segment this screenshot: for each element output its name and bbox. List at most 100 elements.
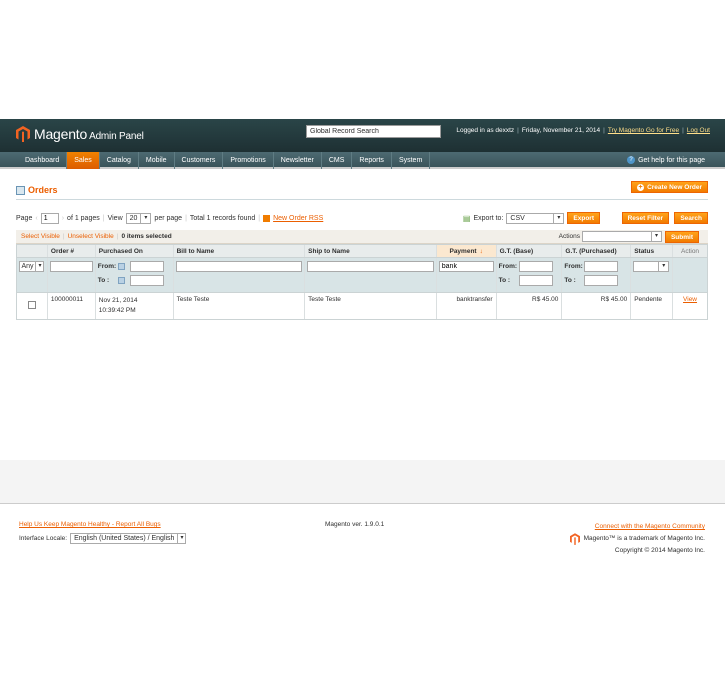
per-page-select[interactable]: 20 ▾ bbox=[125, 213, 152, 224]
col-bill-to-name[interactable]: Bill to Name bbox=[174, 245, 306, 257]
filter-date-to-input[interactable] bbox=[129, 275, 164, 286]
logo-subtext: Admin Panel bbox=[89, 131, 144, 142]
locale-value: English (United States) / English bbox=[74, 535, 175, 542]
filter-gt-purchased-to-input[interactable] bbox=[584, 275, 619, 286]
col-payment[interactable]: Payment ↓ bbox=[436, 245, 497, 257]
calendar-icon[interactable] bbox=[117, 263, 125, 270]
nav-item-promotions[interactable]: Promotions bbox=[223, 152, 274, 169]
view-label: View bbox=[107, 215, 123, 222]
to-label: To : bbox=[564, 277, 576, 284]
community-link[interactable]: Connect with the Magento Community bbox=[595, 523, 705, 530]
filter-date-to: To : bbox=[98, 275, 171, 286]
footer-left: Help Us Keep Magento Healthy - Report Al… bbox=[19, 521, 187, 544]
sort-arrow-icon: ↓ bbox=[479, 248, 483, 255]
filter-payment-input[interactable] bbox=[438, 261, 494, 272]
title-row: Orders + Create New Order bbox=[16, 181, 708, 200]
logout-link[interactable]: Log Out bbox=[687, 127, 710, 134]
create-new-order-button[interactable]: + Create New Order bbox=[631, 181, 708, 193]
reset-filter-button[interactable]: Reset Filter bbox=[621, 212, 669, 224]
to-label: To : bbox=[97, 277, 110, 284]
current-date: Friday, November 21, 2014 bbox=[521, 127, 601, 134]
calendar-icon[interactable] bbox=[117, 277, 125, 284]
nav-item-system[interactable]: System bbox=[392, 152, 431, 169]
next-page-icon[interactable]: › bbox=[62, 215, 64, 222]
unselect-visible-link[interactable]: Unselect Visible bbox=[68, 233, 114, 240]
filter-gt-base-cell: From: To : bbox=[497, 258, 563, 292]
global-search-input[interactable] bbox=[306, 125, 441, 138]
report-bugs-link[interactable]: Help Us Keep Magento Healthy - Report Al… bbox=[19, 521, 186, 528]
row-checkbox[interactable] bbox=[27, 301, 36, 309]
chevron-down-icon: ▾ bbox=[35, 262, 43, 271]
footer-spacer bbox=[0, 460, 725, 503]
export-format-select[interactable]: CSV ▾ bbox=[506, 212, 565, 224]
locale-select[interactable]: English (United States) / English ▾ bbox=[70, 533, 187, 544]
actions-label: Actions bbox=[558, 233, 580, 240]
row-action-cell: View bbox=[673, 293, 707, 319]
orders-grid: Order # Purchased On Bill to Name Ship t… bbox=[16, 244, 708, 320]
filter-checkbox-cell: Any ▾ bbox=[17, 258, 48, 292]
col-gt-base[interactable]: G.T. (Base) bbox=[497, 245, 563, 257]
filter-gt-purchased-from-input[interactable] bbox=[584, 261, 619, 272]
try-magento-go-link[interactable]: Try Magento Go for Free bbox=[608, 127, 679, 134]
row-order: 100000011 bbox=[48, 293, 96, 319]
nav-item-reports[interactable]: Reports bbox=[352, 152, 392, 169]
from-label: From: bbox=[498, 263, 518, 270]
footer-version: Magento ver. 1.9.0.1 bbox=[325, 521, 385, 528]
magento-logo[interactable]: Magento Admin Panel bbox=[16, 126, 144, 142]
filter-gt-base-from-input[interactable] bbox=[518, 261, 553, 272]
table-row[interactable]: 100000011 Nov 21, 2014 10:39:42 PM Teste… bbox=[17, 293, 707, 319]
row-gt-base: R$ 45.00 bbox=[497, 293, 563, 319]
create-new-order-label: Create New Order bbox=[647, 184, 702, 191]
chevron-down-icon: ▾ bbox=[553, 213, 563, 223]
help-link[interactable]: ? Get help for this page bbox=[627, 156, 705, 164]
filter-bill-cell bbox=[174, 258, 306, 292]
export-button[interactable]: Export bbox=[567, 212, 600, 224]
nav-item-dashboard[interactable]: Dashboard bbox=[18, 152, 68, 169]
footer: Help Us Keep Magento Healthy - Report Al… bbox=[0, 503, 725, 561]
plus-icon: + bbox=[637, 184, 645, 191]
new-order-rss-link[interactable]: New Order RSS bbox=[273, 215, 323, 222]
row-view-link[interactable]: View bbox=[683, 296, 697, 303]
nav-item-customers[interactable]: Customers bbox=[175, 152, 224, 169]
row-bill-to-name: Teste Teste bbox=[174, 293, 306, 319]
col-ship-to-name[interactable]: Ship to Name bbox=[305, 245, 437, 257]
filter-ship-input[interactable] bbox=[307, 261, 434, 272]
page-input[interactable] bbox=[40, 213, 59, 224]
submit-button[interactable]: Submit bbox=[664, 231, 699, 243]
export-label: Export to: bbox=[473, 214, 504, 222]
col-status[interactable]: Status bbox=[631, 245, 674, 257]
nav-item-sales[interactable]: Sales bbox=[67, 152, 100, 169]
filter-payment-cell bbox=[437, 258, 497, 292]
header: MagentoAdmin Panel Logged in as dexxtz |… bbox=[0, 119, 725, 152]
filter-date-from-input[interactable] bbox=[129, 261, 164, 272]
filter-order-input[interactable] bbox=[49, 261, 93, 272]
massaction-bar: Select Visible | Unselect Visible | 0 it… bbox=[16, 230, 708, 244]
trademark-text: Magento™ is a trademark of Magento Inc. bbox=[583, 535, 705, 542]
search-button[interactable]: Search bbox=[674, 212, 708, 224]
export-icon: ▤ bbox=[462, 213, 471, 223]
nav-item-newsletter[interactable]: Newsletter bbox=[274, 152, 322, 169]
col-order[interactable]: Order # bbox=[48, 245, 96, 257]
filter-gt-purchased-to: To : bbox=[564, 275, 628, 286]
col-action: Action bbox=[680, 248, 700, 255]
prev-page-icon[interactable]: ‹ bbox=[35, 215, 37, 222]
select-visible-link[interactable]: Select Visible bbox=[21, 233, 60, 240]
trademark-row: Magento™ is a trademark of Magento Inc. bbox=[569, 533, 705, 545]
nav-item-mobile[interactable]: Mobile bbox=[139, 152, 175, 169]
nav-item-cms[interactable]: CMS bbox=[322, 152, 353, 169]
any-select[interactable]: Any ▾ bbox=[19, 261, 45, 272]
col-purchased-on[interactable]: Purchased On bbox=[96, 245, 174, 257]
page-title: Orders bbox=[16, 185, 58, 195]
filter-gt-base-from: From: bbox=[499, 261, 560, 272]
actions-select[interactable]: ▾ bbox=[582, 231, 662, 242]
filter-bill-input[interactable] bbox=[175, 261, 303, 272]
filter-order-cell bbox=[48, 258, 96, 292]
nav-item-catalog[interactable]: Catalog bbox=[100, 152, 139, 169]
filter-gt-base-to-input[interactable] bbox=[518, 275, 553, 286]
orders-icon bbox=[16, 185, 25, 195]
col-gt-purchased[interactable]: G.T. (Purchased) bbox=[562, 245, 632, 257]
filter-status-select[interactable]: ▾ bbox=[633, 261, 670, 272]
row-ship-to-name: Teste Teste bbox=[305, 293, 437, 319]
chevron-down-icon: ▾ bbox=[658, 262, 668, 271]
pager: Page ‹ › of 1 pages | View 20▾ per page … bbox=[16, 212, 708, 225]
